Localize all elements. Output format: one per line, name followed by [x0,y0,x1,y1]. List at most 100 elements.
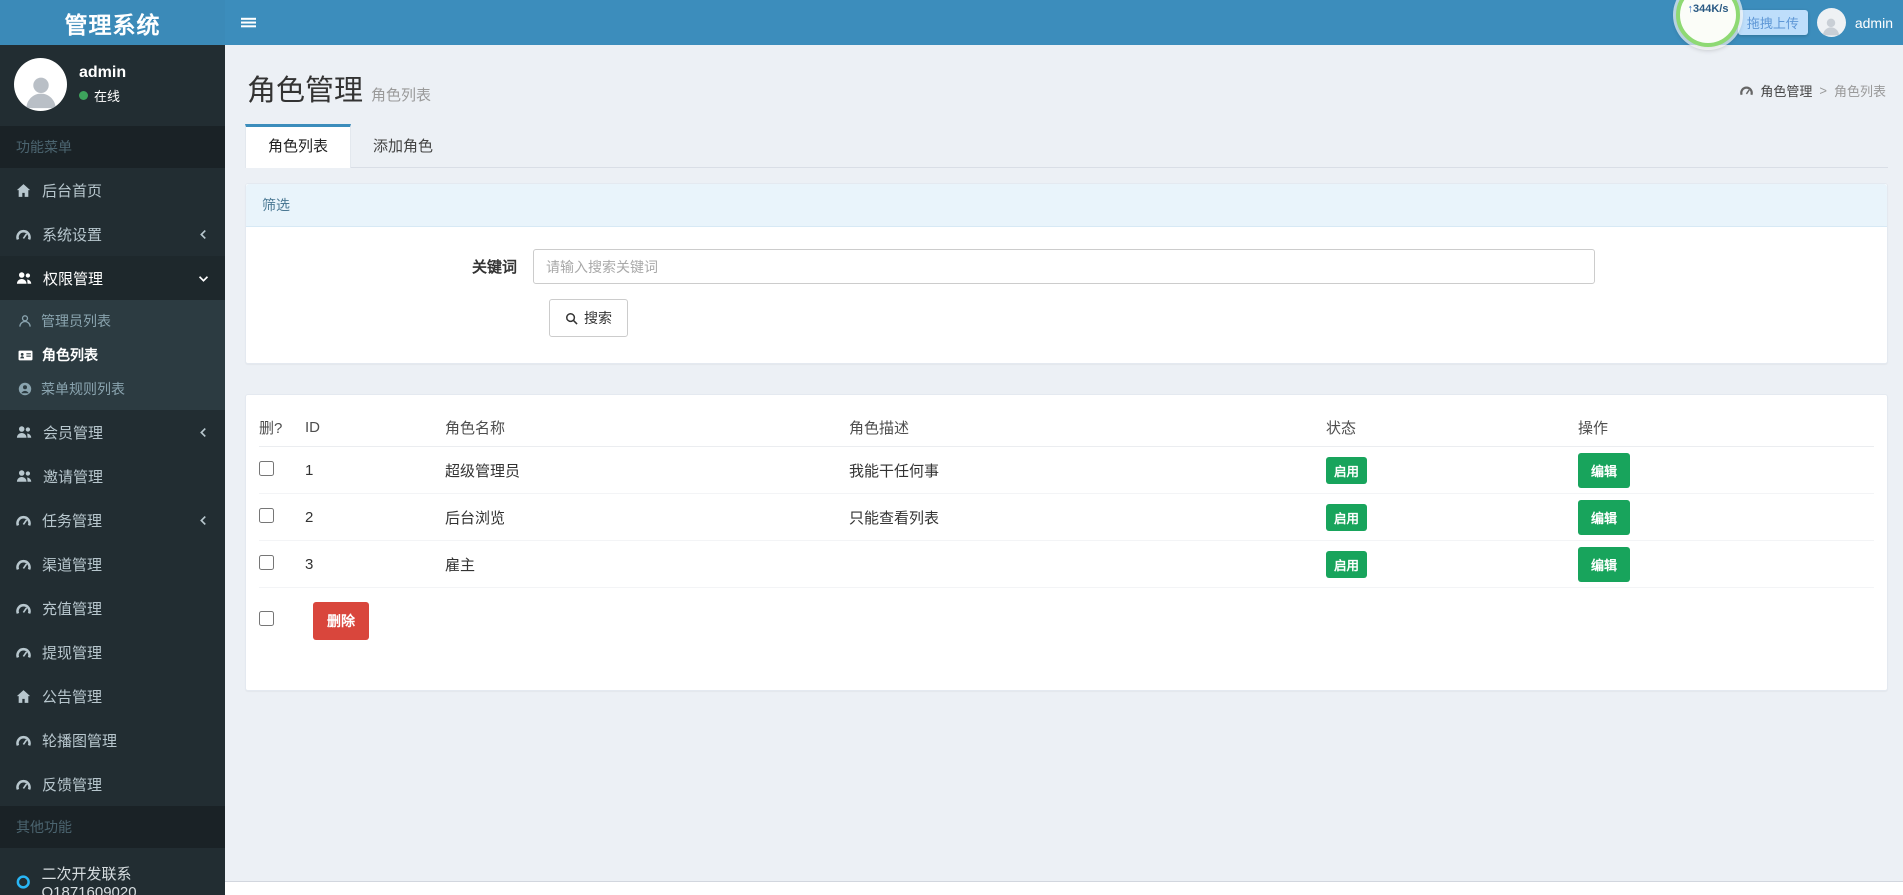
id-card-icon [18,348,33,363]
row-checkbox[interactable] [259,460,274,476]
filter-panel-body: 关键词 搜索 [246,227,1887,363]
top-navbar: 管理系统 拖拽上传 admin [0,0,1903,45]
breadcrumb-separator: > [1819,83,1827,98]
role-id: 3 [305,555,314,573]
row-checkbox[interactable] [259,554,274,570]
status-badge[interactable]: 启用 [1326,550,1368,578]
users-icon [16,424,32,440]
col-header-desc: 角色描述 [849,420,910,437]
sidebar-item-tasks[interactable]: 任务管理 [0,498,225,542]
user-circle-icon [18,382,32,396]
tab-role-list[interactable]: 角色列表 [245,124,352,168]
navbar-username[interactable]: admin [1855,15,1893,31]
footer [225,881,1903,895]
drag-upload-label: 拖拽上传 [1737,10,1808,35]
breadcrumb-section[interactable]: 角色管理 [1760,81,1812,100]
sidebar-item-channels[interactable]: 渠道管理 [0,542,225,586]
users-icon [16,270,32,286]
admin-app: 管理系统 拖拽上传 admin 12% ↑344K/s [0,0,1903,895]
search-icon [565,312,578,325]
select-all-checkbox[interactable] [259,611,274,626]
role-id: 1 [305,461,314,479]
sidebar-subitem-role-list[interactable]: 角色列表 [0,338,225,372]
sidebar-user-panel: admin 在线 [0,45,225,126]
sidebar-subitem-admin-list[interactable]: 管理员列表 [0,304,225,338]
chevron-left-icon [198,229,209,240]
sidebar-menu: 后台首页 系统设置 权限管理 管理员列表 角色列表 菜单规则列表 会员管理 邀请… [0,168,225,806]
edit-button[interactable]: 编辑 [1578,499,1631,535]
bulk-delete-row: 删除 [259,588,1874,646]
sidebar-item-members[interactable]: 会员管理 [0,410,225,454]
avatar [14,58,67,111]
status-badge[interactable]: 启用 [1326,503,1368,531]
table-header-row: 删? ID 角色名称 角色描述 状态 操作 [259,409,1874,447]
main-content: 角色管理 角色列表 角色管理 > 角色列表 角色列表 添加角色 筛选 关键词 请… [225,45,1903,881]
online-dot-icon [79,91,88,100]
gauge-icon [16,777,31,792]
col-header-name: 角色名称 [445,420,506,437]
role-id: 2 [305,508,314,526]
sidebar-toggle-button[interactable] [241,0,279,45]
menu-section-header: 功能菜单 [0,126,225,168]
sidebar-item-feedback[interactable]: 反馈管理 [0,762,225,806]
gauge-icon [16,557,31,572]
gauge-icon [16,645,31,660]
page-title: 角色管理 [247,75,364,107]
user-silhouette-icon [1820,15,1842,37]
navbar-main: 拖拽上传 admin [225,0,1903,45]
sidebar-subitem-menu-rules[interactable]: 菜单规则列表 [0,372,225,406]
sidebar-item-carousel[interactable]: 轮播图管理 [0,718,225,762]
edit-button[interactable]: 编辑 [1578,452,1631,488]
home-icon [16,183,31,198]
col-header-id: ID [305,419,320,436]
user-outline-icon [18,314,32,328]
sidebar-item-recharge[interactable]: 充值管理 [0,586,225,630]
gauge-icon [16,513,31,528]
permissions-submenu: 管理员列表 角色列表 菜单规则列表 [0,300,225,410]
search-button[interactable]: 搜索 [549,299,628,337]
home-icon [16,689,31,704]
sidebar-item-dev-contact[interactable]: 二次开发联系Q1871609020 [0,848,225,895]
menu-section-header-other: 其他功能 [0,806,225,848]
avatar[interactable] [1816,8,1846,37]
sidebar-item-announcements[interactable]: 公告管理 [0,674,225,718]
chevron-left-icon [198,427,209,438]
gauge-icon [16,227,31,242]
breadcrumb: 角色管理 > 角色列表 [1740,81,1886,100]
user-silhouette-icon [21,71,61,111]
row-checkbox[interactable] [259,507,274,523]
tab-add-role[interactable]: 添加角色 [351,124,455,167]
roles-table-panel: 删? ID 角色名称 角色描述 状态 操作 1 超级管理员 我能干任何事 启用 … [245,394,1888,691]
col-header-action: 操作 [1578,420,1609,437]
hamburger-icon [241,15,256,30]
tab-bar: 角色列表 添加角色 [245,124,1888,168]
delete-button[interactable]: 删除 [313,602,369,640]
speed-rate-text: ↑344K/s [1687,3,1729,15]
user-status: 在线 [79,86,126,105]
circle-o-icon [16,874,30,890]
chevron-down-icon [198,273,209,284]
sidebar-item-home[interactable]: 后台首页 [0,168,225,212]
app-logo[interactable]: 管理系统 [0,0,225,45]
page-subtitle: 角色列表 [371,87,432,104]
role-desc: 我能干任何事 [849,462,940,480]
filter-panel-title: 筛选 [246,184,1887,227]
col-header-status: 状态 [1326,420,1357,437]
sidebar-item-withdraw[interactable]: 提现管理 [0,630,225,674]
sidebar: admin 在线 功能菜单 后台首页 系统设置 权限管理 管理员列表 角色列表 … [0,45,225,895]
breadcrumb-current: 角色列表 [1833,84,1886,99]
sidebar-item-invites[interactable]: 邀请管理 [0,454,225,498]
keyword-input[interactable] [533,249,1595,284]
role-desc: 只能查看列表 [849,509,940,527]
role-name: 雇主 [445,556,476,574]
sidebar-username: admin [79,64,127,81]
sidebar-item-system-settings[interactable]: 系统设置 [0,212,225,256]
users-icon [16,468,32,484]
filter-panel: 筛选 关键词 搜索 [245,183,1888,364]
table-row: 3 雇主 启用 编辑 [259,541,1874,588]
sidebar-item-permissions[interactable]: 权限管理 [0,256,225,300]
status-badge[interactable]: 启用 [1326,456,1368,484]
edit-button[interactable]: 编辑 [1578,546,1631,582]
role-name: 超级管理员 [445,462,521,480]
gauge-icon [16,601,31,616]
